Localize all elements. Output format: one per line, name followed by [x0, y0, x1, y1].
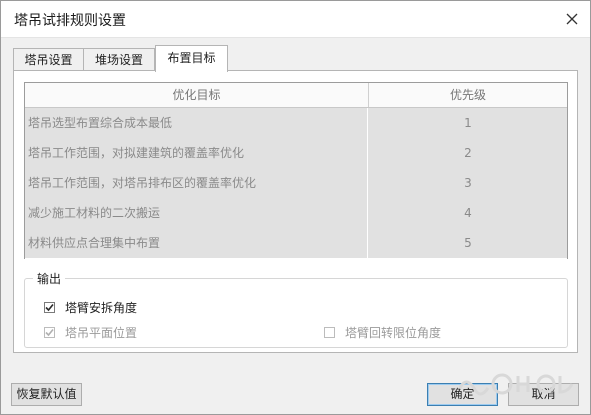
check-icon — [45, 328, 54, 337]
dialog-window: 塔吊试排规则设置 塔吊设置 堆场设置 布置目标 优化目标 优先级 塔吊选型布置综… — [0, 0, 591, 415]
plane-position-checkbox-row[interactable]: 塔吊平面位置 — [44, 324, 137, 341]
title-bar: 塔吊试排规则设置 — [1, 1, 590, 38]
tab-tower-crane-settings[interactable]: 塔吊设置 — [13, 48, 84, 70]
column-header-goal[interactable]: 优化目标 — [25, 83, 369, 107]
goal-priority-table: 优化目标 优先级 塔吊选型布置综合成本最低 1 塔吊工作范围，对拟建建筑的覆盖率… — [24, 82, 568, 259]
boom-angle-checkbox[interactable] — [44, 302, 55, 313]
slew-limit-label: 塔臂回转限位角度 — [345, 326, 442, 340]
tab-panel-layout-goals: 优化目标 优先级 塔吊选型布置综合成本最低 1 塔吊工作范围，对拟建建筑的覆盖率… — [13, 70, 578, 353]
priority-cell: 5 — [464, 236, 472, 250]
table-header: 优化目标 优先级 — [25, 83, 567, 108]
restore-defaults-button[interactable]: 恢复默认值 — [11, 383, 82, 406]
slew-limit-checkbox-row[interactable]: 塔臂回转限位角度 — [324, 324, 441, 341]
priority-cell: 3 — [464, 176, 472, 190]
priority-cell: 2 — [464, 146, 472, 160]
goal-cell: 塔吊工作范围，对塔吊排布区的覆盖率优化 — [25, 168, 368, 198]
table-row[interactable]: 塔吊工作范围，对拟建建筑的覆盖率优化 2 — [25, 138, 567, 169]
table-row[interactable]: 减少施工材料的二次搬运 4 — [25, 198, 567, 229]
priority-cell: 4 — [464, 206, 472, 220]
close-icon — [566, 13, 578, 25]
priority-cell: 1 — [464, 116, 472, 130]
tab-yard-settings[interactable]: 堆场设置 — [83, 48, 155, 70]
ok-button[interactable]: 确定 — [427, 383, 498, 406]
boom-angle-label: 塔臂安拆角度 — [65, 301, 138, 315]
slew-limit-checkbox[interactable] — [324, 327, 335, 338]
goal-cell: 塔吊选型布置综合成本最低 — [25, 108, 368, 138]
check-icon — [45, 303, 54, 312]
dialog-title: 塔吊试排规则设置 — [14, 13, 126, 29]
goal-cell: 减少施工材料的二次搬运 — [25, 198, 368, 228]
boom-angle-checkbox-row[interactable]: 塔臂安拆角度 — [44, 299, 137, 316]
close-button[interactable] — [560, 7, 584, 31]
output-group: 输出 塔臂安拆角度 塔吊平面位置 塔臂回转限位角度 — [24, 270, 568, 348]
column-header-priority[interactable]: 优先级 — [369, 83, 567, 107]
goal-cell: 材料供应点合理集中布置 — [25, 228, 368, 258]
plane-position-label: 塔吊平面位置 — [65, 326, 138, 340]
table-row[interactable]: 材料供应点合理集中布置 5 — [25, 228, 567, 259]
goal-cell: 塔吊工作范围，对拟建建筑的覆盖率优化 — [25, 138, 368, 168]
cancel-button[interactable]: 取消 — [508, 383, 579, 406]
tab-layout-goals[interactable]: 布置目标 — [155, 45, 228, 72]
table-row[interactable]: 塔吊选型布置综合成本最低 1 — [25, 108, 567, 139]
plane-position-checkbox[interactable] — [44, 327, 55, 338]
table-row[interactable]: 塔吊工作范围，对塔吊排布区的覆盖率优化 3 — [25, 168, 567, 199]
output-group-label: 输出 — [33, 270, 66, 287]
